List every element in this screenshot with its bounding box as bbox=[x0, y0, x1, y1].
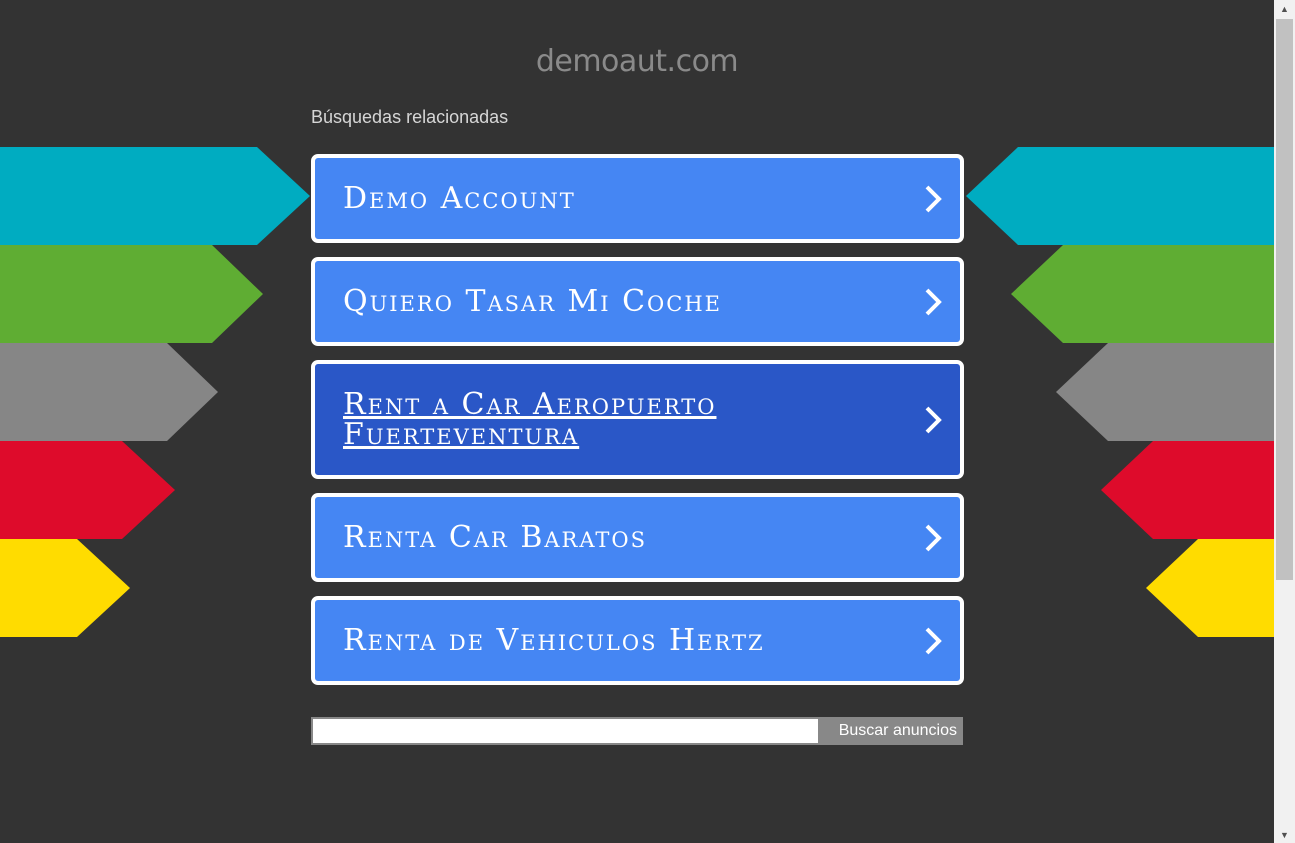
arrow-gray-left bbox=[0, 343, 218, 441]
related-link-label: Renta de Vehiculos Hertz bbox=[343, 622, 765, 658]
related-link-rent-a-car-aeropuerto-fuerteventura[interactable]: Rent a Car Aeropuerto Fuerteventura bbox=[311, 360, 964, 479]
chevron-right-icon bbox=[925, 406, 942, 433]
domain-title: demoaut.com bbox=[535, 44, 739, 79]
chevron-right-icon bbox=[925, 627, 942, 654]
parked-domain-page: demoaut.com Búsquedas relacionadas Demo … bbox=[0, 0, 1274, 843]
scroll-down-arrow-icon[interactable]: ▼ bbox=[1274, 826, 1295, 843]
decorative-arrows-left bbox=[0, 147, 310, 637]
arrow-teal-left bbox=[0, 147, 310, 245]
related-link-label: Quiero Tasar Mi Coche bbox=[343, 283, 722, 319]
scroll-up-arrow-icon[interactable]: ▲ bbox=[1274, 0, 1295, 17]
ad-search-bar: Buscar anuncios bbox=[311, 717, 963, 745]
arrow-yellow-left bbox=[0, 539, 130, 637]
ad-search-input[interactable] bbox=[313, 719, 818, 743]
arrow-teal-right bbox=[966, 147, 1274, 245]
related-link-label: Demo Account bbox=[343, 180, 576, 216]
related-searches-heading: Búsquedas relacionadas bbox=[311, 107, 509, 127]
vertical-scrollbar[interactable]: ▲ ▼ bbox=[1274, 0, 1295, 843]
related-link-demo-account[interactable]: Demo Account bbox=[311, 154, 964, 243]
arrow-yellow-right bbox=[1146, 539, 1274, 637]
related-link-renta-car-baratos[interactable]: Renta Car Baratos bbox=[311, 493, 964, 582]
arrow-green-left bbox=[0, 245, 263, 343]
chevron-right-icon bbox=[925, 288, 942, 315]
arrow-red-left bbox=[0, 441, 175, 539]
related-link-quiero-tasar-mi-coche[interactable]: Quiero Tasar Mi Coche bbox=[311, 257, 964, 346]
chevron-right-icon bbox=[925, 524, 942, 551]
chevron-right-icon bbox=[925, 185, 942, 212]
scrollbar-thumb[interactable] bbox=[1276, 19, 1293, 580]
arrow-red-right bbox=[1101, 441, 1274, 539]
search-ads-button[interactable]: Buscar anuncios bbox=[820, 717, 963, 745]
related-link-label: Rent a Car Aeropuerto Fuerteventura bbox=[343, 386, 717, 452]
related-link-label: Renta Car Baratos bbox=[343, 519, 647, 555]
related-link-renta-de-vehiculos-hertz[interactable]: Renta de Vehiculos Hertz bbox=[311, 596, 964, 685]
arrow-gray-right bbox=[1056, 343, 1274, 441]
arrow-green-right bbox=[1011, 245, 1274, 343]
related-links-list: Demo Account Quiero Tasar Mi Coche Rent … bbox=[311, 154, 964, 699]
decorative-arrows-right bbox=[964, 147, 1274, 637]
